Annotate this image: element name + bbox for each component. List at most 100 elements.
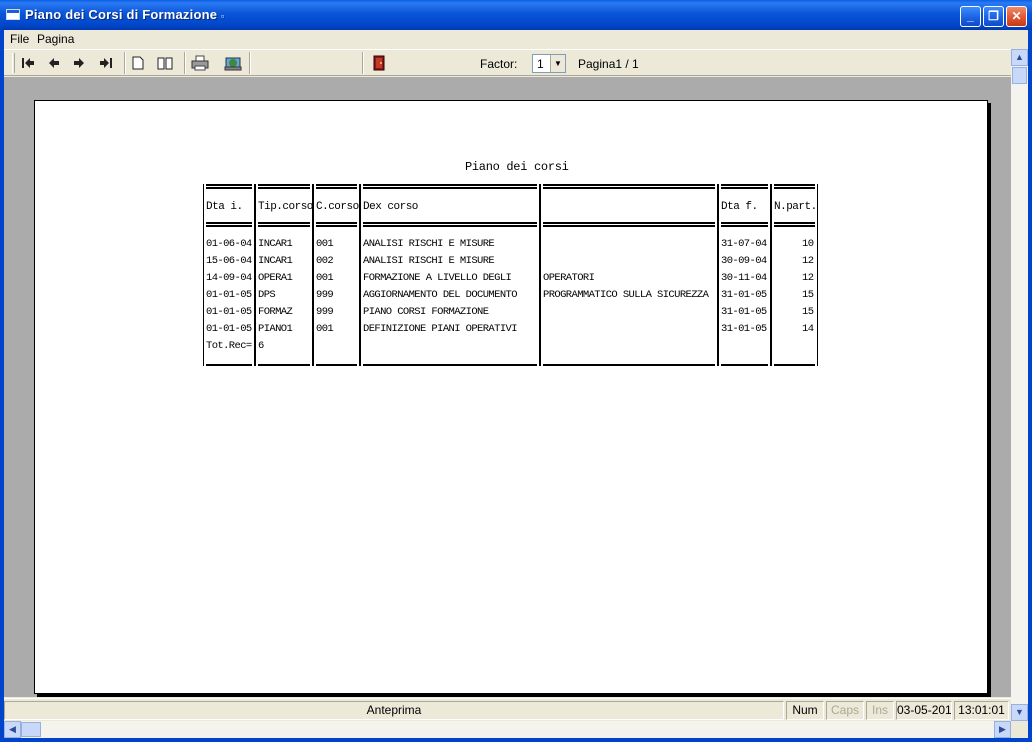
toolbar-separator: [362, 52, 364, 74]
vertical-scroll-thumb[interactable]: [1012, 67, 1027, 84]
window-title: Piano dei Corsi di Formazione ▫: [25, 7, 224, 22]
table-cell: FORMAZIONE A LIVELLO DEGLI: [363, 272, 512, 284]
column-header-tip-corso: Tip.corso: [258, 201, 313, 213]
minimize-icon: _: [967, 9, 974, 23]
report-title: Piano dei corsi: [465, 160, 569, 174]
status-date: 03-05-2016: [896, 701, 952, 720]
status-num: Num: [786, 701, 824, 720]
total-records-value: 6: [258, 340, 264, 352]
table-cell: 30-11-04: [721, 272, 767, 284]
total-records-label: Tot.Rec=: [206, 340, 252, 352]
title-bar[interactable]: Piano dei Corsi di Formazione ▫ _ ❐ ✕: [0, 0, 1032, 30]
table-cell: 15: [802, 289, 814, 301]
report-page: Piano dei corsi Dta i. Tip.corso C.corso…: [34, 100, 988, 694]
table-cell: 31-01-05: [721, 306, 767, 318]
chevron-down-icon[interactable]: ▼: [550, 55, 565, 72]
menu-pagina[interactable]: Pagina: [37, 32, 74, 46]
restore-icon: ❐: [988, 9, 999, 23]
column-header-dex-corso: Dex corso: [363, 201, 418, 213]
status-caps: Caps: [826, 701, 864, 720]
factor-select[interactable]: 1 ▼: [532, 54, 566, 73]
export-icon[interactable]: [223, 53, 243, 73]
restore-button[interactable]: ❐: [983, 6, 1004, 27]
table-cell: 999: [316, 306, 334, 318]
toolbar: Factor: 1 ▼ Pagina1 / 1: [4, 49, 1011, 76]
chevron-left-icon: ◀: [9, 724, 16, 734]
window-title-text: Piano dei Corsi di Formazione: [25, 7, 218, 22]
table-cell: 01-01-05: [206, 289, 252, 301]
table-cell: 31-01-05: [721, 289, 767, 301]
factor-label: Factor:: [480, 57, 518, 71]
table-cell: 01-01-05: [206, 306, 252, 318]
column-header-c-corso: C.corso: [316, 201, 359, 213]
table-cell: 001: [316, 323, 334, 335]
table-cell: 01-01-05: [206, 323, 252, 335]
table-cell: 31-01-05: [721, 323, 767, 335]
column-header-dta-i: Dta i.: [206, 201, 243, 213]
table-cell: 001: [316, 238, 334, 250]
column-header-dta-f: Dta f.: [721, 201, 758, 213]
single-page-icon[interactable]: [128, 53, 148, 73]
two-pages-icon[interactable]: [155, 53, 175, 73]
next-page-icon[interactable]: [69, 53, 89, 73]
table-cell: 30-09-04: [721, 255, 767, 267]
table-cell: 002: [316, 255, 334, 267]
last-page-icon[interactable]: [96, 53, 116, 73]
scroll-up-button[interactable]: ▲: [1011, 49, 1028, 66]
horizontal-scrollbar[interactable]: ◀ ▶: [4, 721, 1011, 738]
status-mode: Anteprima: [4, 701, 784, 720]
table-cell: 01-06-04: [206, 238, 252, 250]
table-cell: 14: [802, 323, 814, 335]
table-cell: FORMAZ: [258, 306, 293, 318]
table-cell: PIANO CORSI FORMAZIONE: [363, 306, 489, 318]
factor-value: 1: [537, 57, 544, 71]
prev-page-icon[interactable]: [44, 53, 64, 73]
close-icon: ✕: [1011, 9, 1022, 23]
table-cell: INCAR1: [258, 238, 293, 250]
table-cell: INCAR1: [258, 255, 293, 267]
table-cell: 15: [802, 306, 814, 318]
close-button[interactable]: ✕: [1006, 6, 1027, 27]
table-cell: PIANO1: [258, 323, 293, 335]
table-cell: DPS: [258, 289, 276, 301]
toolbar-separator: [124, 52, 126, 74]
table-cell: OPERATORI: [543, 272, 595, 284]
scroll-down-button[interactable]: ▼: [1011, 704, 1028, 721]
vertical-scrollbar[interactable]: ▲ ▼: [1011, 49, 1028, 721]
status-bar: Anteprima Num Caps Ins 03-05-2016 13:01:…: [4, 698, 1011, 721]
first-page-icon[interactable]: [18, 53, 38, 73]
chevron-up-icon: ▲: [1015, 52, 1024, 62]
table-cell: ANALISI RISCHI E MISURE: [363, 255, 495, 267]
table-cell: OPERA1: [258, 272, 293, 284]
table-cell: 999: [316, 289, 334, 301]
table-cell: 10: [802, 238, 814, 250]
page-indicator: Pagina1 / 1: [578, 57, 639, 71]
exit-door-icon[interactable]: [369, 53, 389, 73]
scroll-right-button[interactable]: ▶: [994, 721, 1011, 738]
menu-file[interactable]: File: [10, 32, 29, 46]
table-cell: 001: [316, 272, 334, 284]
app-window: Piano dei Corsi di Formazione ▫ _ ❐ ✕ Fi…: [0, 0, 1032, 742]
column-header-n-part: N.part.: [774, 201, 817, 213]
table-cell: 12: [802, 272, 814, 284]
table-cell: 14-09-04: [206, 272, 252, 284]
window-title-suffix: ▫: [220, 11, 225, 21]
window-border-bottom: [0, 738, 1032, 742]
table-cell: ANALISI RISCHI E MISURE: [363, 238, 495, 250]
scroll-left-button[interactable]: ◀: [4, 721, 21, 738]
table-cell: 31-07-04: [721, 238, 767, 250]
table-cell: AGGIORNAMENTO DEL DOCUMENTO: [363, 289, 518, 301]
toolbar-grip[interactable]: [12, 53, 15, 73]
table-cell: 12: [802, 255, 814, 267]
print-preview-area[interactable]: Piano dei corsi Dta i. Tip.corso C.corso…: [4, 77, 1011, 697]
horizontal-scroll-thumb[interactable]: [21, 722, 41, 737]
minimize-button[interactable]: _: [960, 6, 981, 27]
chevron-right-icon: ▶: [999, 724, 1006, 734]
print-icon[interactable]: [190, 53, 210, 73]
menu-bar: File Pagina: [4, 30, 1028, 48]
window-border-right: [1028, 30, 1032, 738]
status-ins: Ins: [866, 701, 894, 720]
window-icon[interactable]: [6, 9, 20, 20]
toolbar-separator: [249, 52, 251, 74]
toolbar-separator: [184, 52, 186, 74]
